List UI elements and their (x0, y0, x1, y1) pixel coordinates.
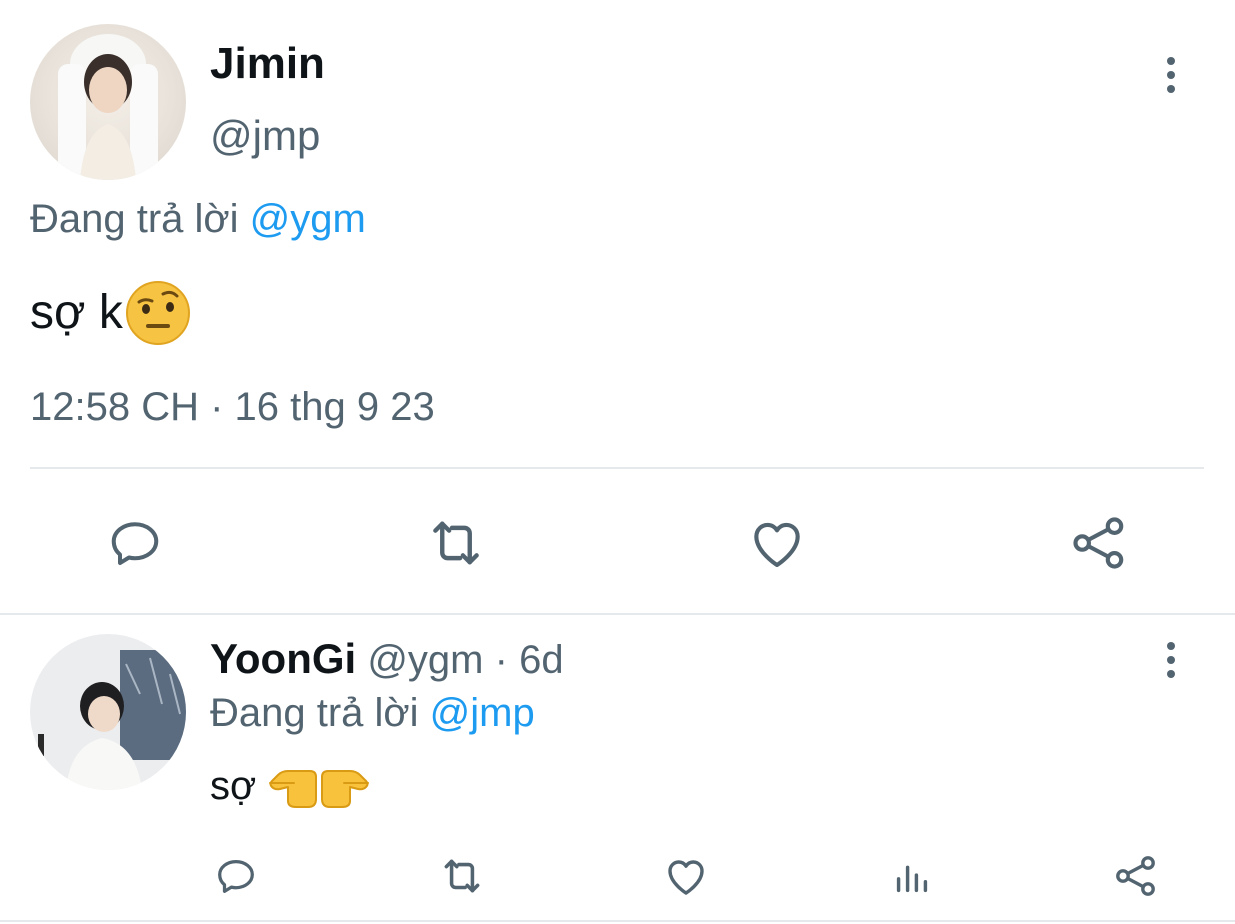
retweet-icon[interactable] (436, 850, 488, 902)
pointing-left-emoji-icon (268, 763, 318, 809)
pointing-right-emoji-icon (320, 763, 370, 809)
like-icon[interactable] (660, 850, 712, 902)
avatar-jimin[interactable] (30, 24, 186, 180)
user-handle[interactable]: @jmp (210, 112, 320, 160)
tweet-timestamp[interactable]: 12:58 CH · 16 thg 9 23 (30, 384, 435, 430)
like-icon[interactable] (742, 508, 812, 578)
analytics-icon[interactable] (886, 850, 938, 902)
divider (30, 467, 1204, 469)
retweet-icon[interactable] (421, 508, 491, 578)
replying-to: Đang trả lời @ygm (30, 196, 366, 242)
tweet-text-content: sợ (210, 764, 257, 808)
reply-icon[interactable] (100, 508, 170, 578)
more-options-icon[interactable] (1166, 57, 1176, 93)
share-icon[interactable] (1064, 508, 1134, 578)
replying-to-handle-link[interactable]: @ygm (250, 197, 366, 241)
replying-to-label: Đang trả lời (210, 691, 419, 735)
replying-to-handle-link[interactable]: @jmp (430, 691, 535, 735)
divider (0, 613, 1235, 615)
tweet-text-content: sợ k (30, 286, 123, 339)
raised-eyebrow-emoji-icon (125, 280, 191, 346)
more-options-icon[interactable] (1166, 642, 1176, 678)
replying-to-label: Đang trả lời (30, 197, 239, 241)
reply-icon[interactable] (210, 850, 262, 902)
separator-dot: · (494, 638, 508, 682)
user-handle[interactable]: @ygm (367, 638, 483, 682)
reply-header: YoonGi @ygm · 6d (210, 636, 564, 683)
share-icon[interactable] (1110, 850, 1162, 902)
divider (0, 920, 1235, 922)
tweet-text: sợ k (30, 280, 191, 346)
display-name[interactable]: Jimin (210, 40, 325, 88)
display-name[interactable]: YoonGi (210, 635, 356, 682)
tweet-age[interactable]: 6d (519, 638, 564, 682)
avatar-yoongi[interactable] (30, 634, 186, 790)
tweet-text: sợ (210, 760, 370, 812)
replying-to: Đang trả lời @jmp (210, 690, 535, 736)
